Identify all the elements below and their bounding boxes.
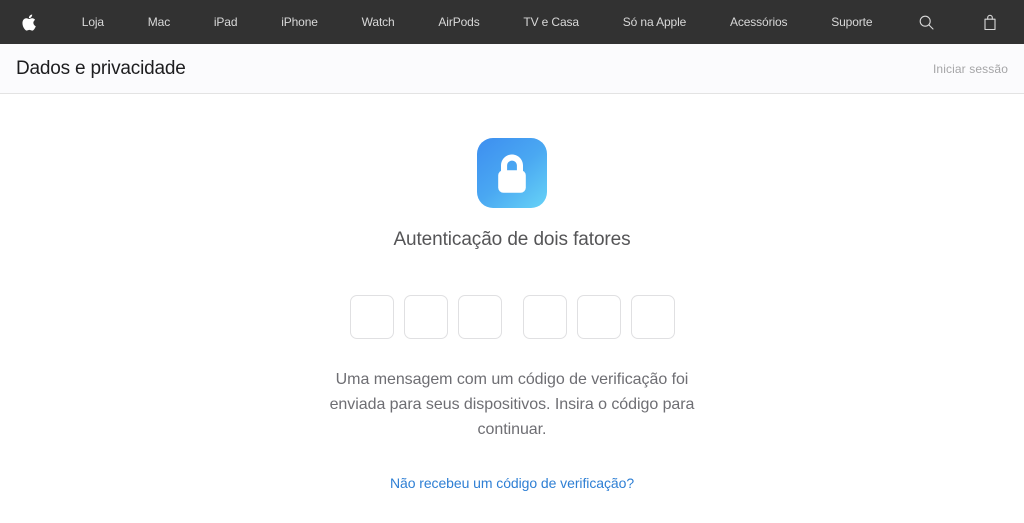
two-factor-title: Autenticação de dois fatores: [393, 229, 631, 250]
search-icon[interactable]: [914, 0, 938, 44]
sign-in-link[interactable]: Iniciar sessão: [933, 62, 1008, 76]
code-digit-4[interactable]: [522, 294, 567, 339]
global-navigation-bar: Loja Mac iPad iPhone Watch AirPods TV e …: [0, 0, 1024, 44]
code-digit-5[interactable]: [576, 294, 621, 339]
lock-app-icon: [477, 138, 547, 208]
code-group-first: [349, 294, 502, 339]
nav-item-suporte[interactable]: Suporte: [829, 0, 874, 44]
code-digit-1[interactable]: [349, 294, 394, 339]
nav-item-label: Só na Apple: [622, 15, 687, 29]
page-title: Dados e privacidade: [16, 57, 186, 79]
verification-code-input-group: [349, 294, 675, 339]
nav-item-label: Suporte: [831, 15, 873, 29]
code-digit-2[interactable]: [403, 294, 448, 339]
nav-item-iphone[interactable]: iPhone: [279, 0, 320, 44]
two-factor-auth-panel: Autenticação de dois fatores Uma mensage…: [0, 94, 1024, 491]
code-digit-6[interactable]: [630, 294, 675, 339]
nav-item-label: Loja: [81, 15, 104, 29]
nav-item-so-na-apple[interactable]: Só na Apple: [621, 0, 688, 44]
nav-item-label: AirPods: [438, 15, 480, 29]
nav-item-watch[interactable]: Watch: [360, 0, 397, 44]
nav-item-label: iPhone: [281, 15, 318, 29]
nav-item-loja[interactable]: Loja: [80, 0, 106, 44]
nav-item-mac[interactable]: Mac: [146, 0, 172, 44]
shopping-bag-icon[interactable]: [978, 0, 1002, 44]
verification-instructions: Uma mensagem com um código de verificaçã…: [329, 370, 695, 438]
nav-item-label: iPad: [213, 15, 238, 29]
nav-item-label: Acessórios: [729, 15, 788, 29]
code-digit-3[interactable]: [457, 294, 502, 339]
nav-item-acessorios[interactable]: Acessórios: [728, 0, 790, 44]
nav-item-ipad[interactable]: iPad: [212, 0, 240, 44]
global-nav-list: Loja Mac iPad iPhone Watch AirPods TV e …: [14, 0, 1010, 44]
nav-item-label: Mac: [147, 15, 171, 29]
nav-item-label: TV e Casa: [523, 15, 579, 29]
resend-code-link[interactable]: Não recebeu um código de verificação?: [390, 475, 634, 491]
code-group-second: [522, 294, 675, 339]
nav-item-tv-e-casa[interactable]: TV e Casa: [521, 0, 581, 44]
local-page-header: Dados e privacidade Iniciar sessão: [0, 44, 1024, 94]
nav-item-label: Watch: [361, 15, 395, 29]
apple-logo-icon[interactable]: [18, 0, 40, 44]
nav-item-airpods[interactable]: AirPods: [436, 0, 481, 44]
